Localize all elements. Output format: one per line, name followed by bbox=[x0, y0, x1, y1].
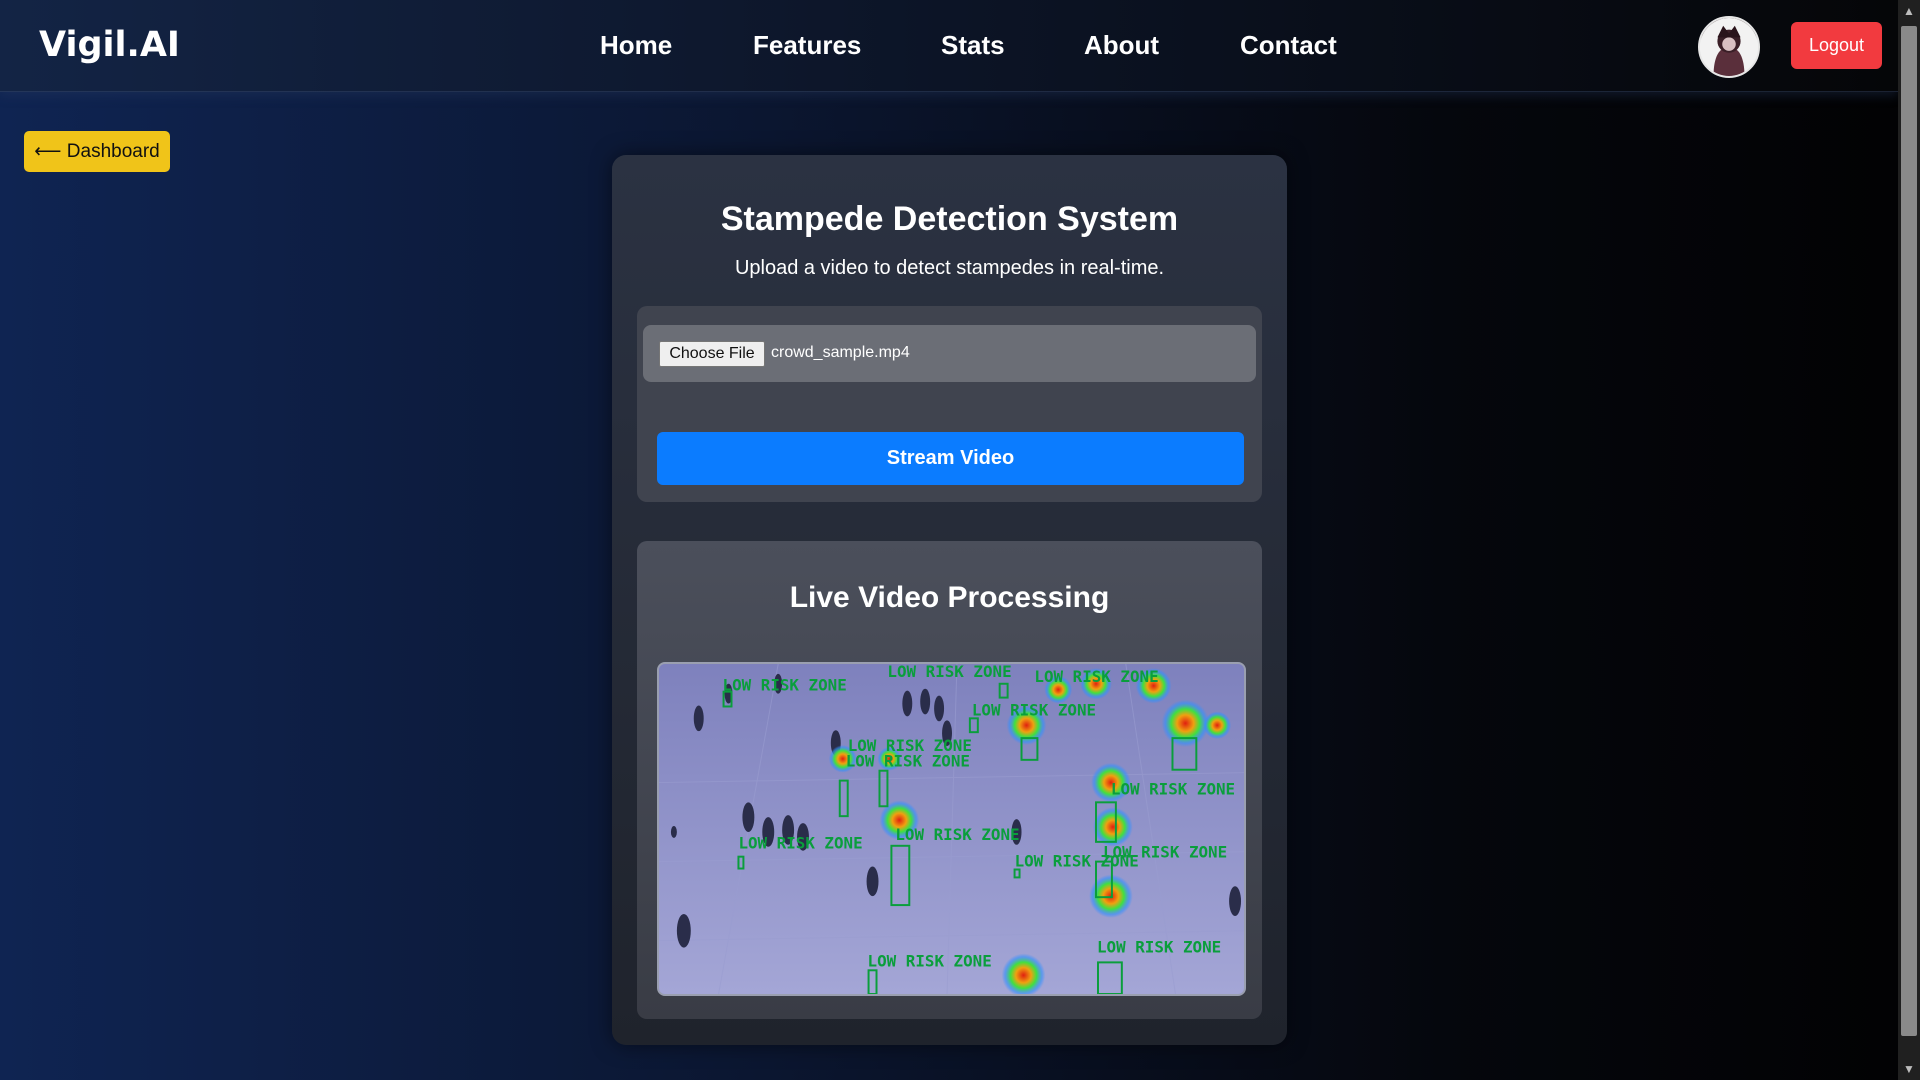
zone-label: LOW RISK ZONE bbox=[738, 834, 862, 853]
stream-video-button[interactable]: Stream Video bbox=[657, 432, 1244, 485]
zone-label: LOW RISK ZONE bbox=[846, 752, 970, 771]
stampede-detection-card: Stampede Detection System Upload a video… bbox=[612, 155, 1287, 1045]
logout-button[interactable]: Logout bbox=[1791, 22, 1882, 69]
zone-label: LOW RISK ZONE bbox=[1015, 852, 1139, 871]
nav-features[interactable]: Features bbox=[753, 30, 861, 61]
zone-label: LOW RISK ZONE bbox=[895, 825, 1019, 844]
zone-label: LOW RISK ZONE bbox=[1111, 779, 1235, 798]
zone-label: LOW RISK ZONE bbox=[887, 664, 1011, 681]
nav-stats[interactable]: Stats bbox=[941, 30, 1005, 61]
file-input[interactable]: Choose File crowd_sample.mp4 bbox=[643, 325, 1256, 382]
nav-about[interactable]: About bbox=[1084, 30, 1159, 61]
scroll-thumb[interactable] bbox=[1901, 26, 1917, 1036]
choose-file-button[interactable]: Choose File bbox=[659, 341, 765, 367]
live-video-frame: LOW RISK ZONE LOW RISK ZONE LOW RISK ZON… bbox=[657, 662, 1246, 996]
upload-panel: Choose File crowd_sample.mp4 Stream Vide… bbox=[637, 306, 1262, 502]
dashboard-back-button[interactable]: ⟵ Dashboard bbox=[24, 131, 170, 172]
scroll-up-arrow-icon[interactable]: ▲ bbox=[1898, 0, 1920, 22]
zone-label: LOW RISK ZONE bbox=[1034, 667, 1158, 686]
nav-contact[interactable]: Contact bbox=[1240, 30, 1337, 61]
zone-label: LOW RISK ZONE bbox=[1097, 938, 1221, 957]
scroll-down-arrow-icon[interactable]: ▼ bbox=[1898, 1058, 1920, 1080]
page-scrollbar[interactable]: ▲ ▼ bbox=[1898, 0, 1920, 1080]
zone-label: LOW RISK ZONE bbox=[972, 700, 1096, 719]
page-title: Stampede Detection System bbox=[720, 200, 1179, 238]
video-panel-title: Live Video Processing bbox=[789, 581, 1110, 614]
brand-logo[interactable]: Vigil.AI bbox=[39, 25, 180, 65]
top-navbar: Vigil.AI Home Features Stats About Conta… bbox=[0, 0, 1898, 92]
processed-video-image: LOW RISK ZONE LOW RISK ZONE LOW RISK ZON… bbox=[659, 664, 1244, 994]
selected-file-name: crowd_sample.mp4 bbox=[771, 344, 910, 361]
zone-label: LOW RISK ZONE bbox=[723, 676, 847, 695]
page-subtitle: Upload a video to detect stampedes in re… bbox=[734, 257, 1165, 279]
avatar[interactable] bbox=[1698, 16, 1760, 78]
zone-label: LOW RISK ZONE bbox=[868, 951, 992, 970]
video-panel: Live Video Processing LOW RISK ZONE LOW … bbox=[637, 541, 1262, 1019]
avatar-image-icon bbox=[1700, 18, 1758, 76]
nav-home[interactable]: Home bbox=[600, 30, 672, 61]
